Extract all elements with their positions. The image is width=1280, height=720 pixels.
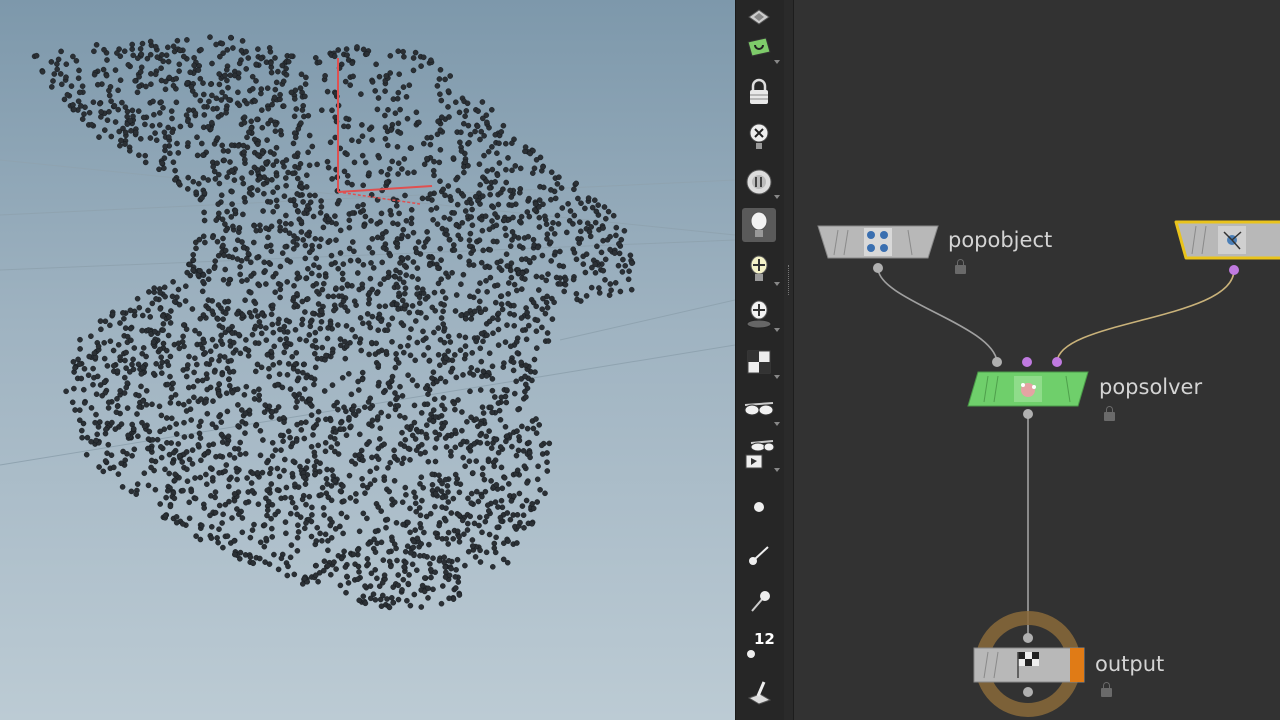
node-label-popsolver: popsolver xyxy=(1099,375,1203,399)
scene-viewport[interactable] xyxy=(0,0,735,720)
lock-camera-icon[interactable] xyxy=(742,75,776,109)
dropdown-arrow-icon[interactable] xyxy=(774,195,780,199)
input-connector-3[interactable] xyxy=(1052,357,1062,367)
normal-display-icon[interactable] xyxy=(742,538,776,572)
glasses-icon[interactable] xyxy=(742,392,780,426)
network-editor[interactable]: popobject popsolver output xyxy=(794,0,1280,720)
pop-object-icon xyxy=(864,228,892,256)
lightbulb-icon[interactable] xyxy=(742,208,776,242)
dropdown-arrow-icon[interactable] xyxy=(774,468,780,472)
point-number-label: 12 xyxy=(754,630,775,648)
dropdown-arrow-icon[interactable] xyxy=(774,328,780,332)
viewport-canvas[interactable] xyxy=(0,0,735,720)
input-connector-2[interactable] xyxy=(1022,357,1032,367)
wire-popobject-popsolver[interactable] xyxy=(877,267,998,363)
node-popsolver[interactable] xyxy=(967,357,1089,419)
checkered-cube-icon[interactable] xyxy=(742,345,780,379)
output-connector[interactable] xyxy=(1023,409,1033,419)
lock-icon[interactable] xyxy=(955,259,966,274)
display-options-icon[interactable] xyxy=(742,0,776,34)
point-number-icon[interactable]: 12 xyxy=(742,630,776,664)
particle-point-cloud xyxy=(31,34,636,611)
dropdown-arrow-icon[interactable] xyxy=(774,375,780,379)
viewport-toolbar: 12 xyxy=(735,0,785,720)
force-icon xyxy=(1218,226,1246,254)
wire-force-popsolver[interactable] xyxy=(1056,269,1235,363)
point-display-icon[interactable] xyxy=(742,490,776,524)
splitter-grip[interactable] xyxy=(788,265,790,295)
point-normal-icon[interactable] xyxy=(742,585,776,619)
dropdown-arrow-icon[interactable] xyxy=(774,422,780,426)
pane-splitter[interactable] xyxy=(784,0,794,720)
output-connector[interactable] xyxy=(1023,687,1033,697)
dropdown-arrow-icon[interactable] xyxy=(774,282,780,286)
stereo-camera-icon[interactable] xyxy=(742,438,780,472)
dropdown-arrow-icon[interactable] xyxy=(774,60,780,64)
display-flag[interactable] xyxy=(1070,648,1084,682)
brush-tool-icon[interactable] xyxy=(742,675,776,709)
camera-view-icon[interactable] xyxy=(742,30,780,64)
node-output[interactable] xyxy=(973,611,1085,717)
output-connector[interactable] xyxy=(1229,265,1239,275)
lock-icon[interactable] xyxy=(1104,406,1115,421)
input-connector[interactable] xyxy=(1023,633,1033,643)
network-canvas[interactable] xyxy=(794,0,1280,720)
close-circle-icon[interactable] xyxy=(742,120,776,154)
solver-icon xyxy=(1014,376,1042,402)
viewport-dial-icon[interactable] xyxy=(742,165,780,199)
lock-icon[interactable] xyxy=(1101,682,1112,697)
output-connector[interactable] xyxy=(873,263,883,273)
node-pop-force[interactable] xyxy=(1174,220,1280,275)
spotlight-icon[interactable] xyxy=(742,298,780,332)
headlight-icon[interactable] xyxy=(742,252,780,286)
node-popobject[interactable] xyxy=(817,225,939,273)
input-connector-1[interactable] xyxy=(992,357,1002,367)
node-label-popobject: popobject xyxy=(948,228,1053,252)
node-label-output: output xyxy=(1095,652,1165,676)
